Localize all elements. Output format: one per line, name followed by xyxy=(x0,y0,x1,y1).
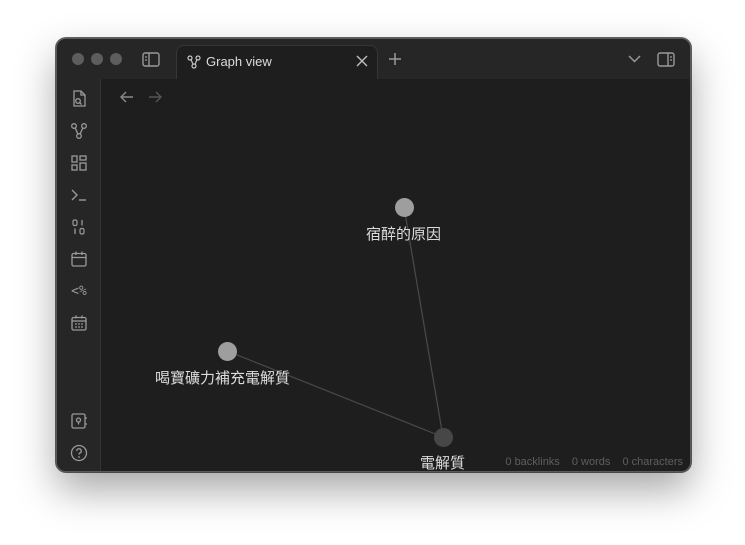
graph-node-label: 電解質 xyxy=(420,454,466,472)
terminal-icon[interactable] xyxy=(68,184,90,206)
word-count: 0 words xyxy=(571,456,611,468)
graph-edge xyxy=(226,350,444,438)
character-count: 0 characters xyxy=(622,456,683,468)
close-tab-icon[interactable] xyxy=(355,54,369,68)
graph-icon xyxy=(187,55,201,69)
graph-icon[interactable] xyxy=(68,120,90,142)
calendar-grid-icon[interactable] xyxy=(68,312,90,334)
graph-node[interactable] xyxy=(394,197,414,217)
graph-node[interactable] xyxy=(433,427,453,447)
calendar-icon[interactable] xyxy=(68,248,90,270)
minimize-window-button[interactable] xyxy=(91,53,103,65)
binary-icon[interactable] xyxy=(68,216,90,238)
backlinks-count[interactable]: 0 backlinks xyxy=(505,456,559,468)
graph-node-label: 喝寶礦力補充電解質 xyxy=(155,369,291,387)
graph-view-pane[interactable]: 宿醉的原因喝寶礦力補充電解質電解質 0 backlinks 0 words 0 … xyxy=(101,79,690,471)
tab-label: Graph view xyxy=(206,54,272,69)
code-percent-icon[interactable]: <% xyxy=(68,280,90,302)
title-bar: Graph view xyxy=(57,39,690,80)
new-tab-icon[interactable] xyxy=(387,51,403,67)
help-icon[interactable] xyxy=(68,442,90,464)
tab-graph-view[interactable]: Graph view xyxy=(176,45,378,80)
graph-node-label: 宿醉的原因 xyxy=(366,225,442,243)
vault-icon[interactable] xyxy=(68,410,90,432)
graph-edges xyxy=(226,206,444,438)
graph-node[interactable] xyxy=(217,341,237,361)
status-bar: 0 backlinks 0 words 0 characters xyxy=(496,456,683,468)
chevron-down-icon[interactable] xyxy=(626,53,642,65)
left-ribbon: <% xyxy=(57,79,101,471)
blocks-icon[interactable] xyxy=(68,152,90,174)
right-sidebar-toggle-icon[interactable] xyxy=(656,50,676,68)
sidebar-toggle-icon[interactable] xyxy=(141,50,161,68)
file-search-icon[interactable] xyxy=(68,88,90,110)
zoom-window-button[interactable] xyxy=(110,53,122,65)
close-window-button[interactable] xyxy=(72,53,84,65)
code-percent-glyph: <% xyxy=(71,283,87,299)
app-window: Graph view <% 宿醉的原因 喝寶礦力補充電解質 電解質 0 back… xyxy=(56,38,691,472)
